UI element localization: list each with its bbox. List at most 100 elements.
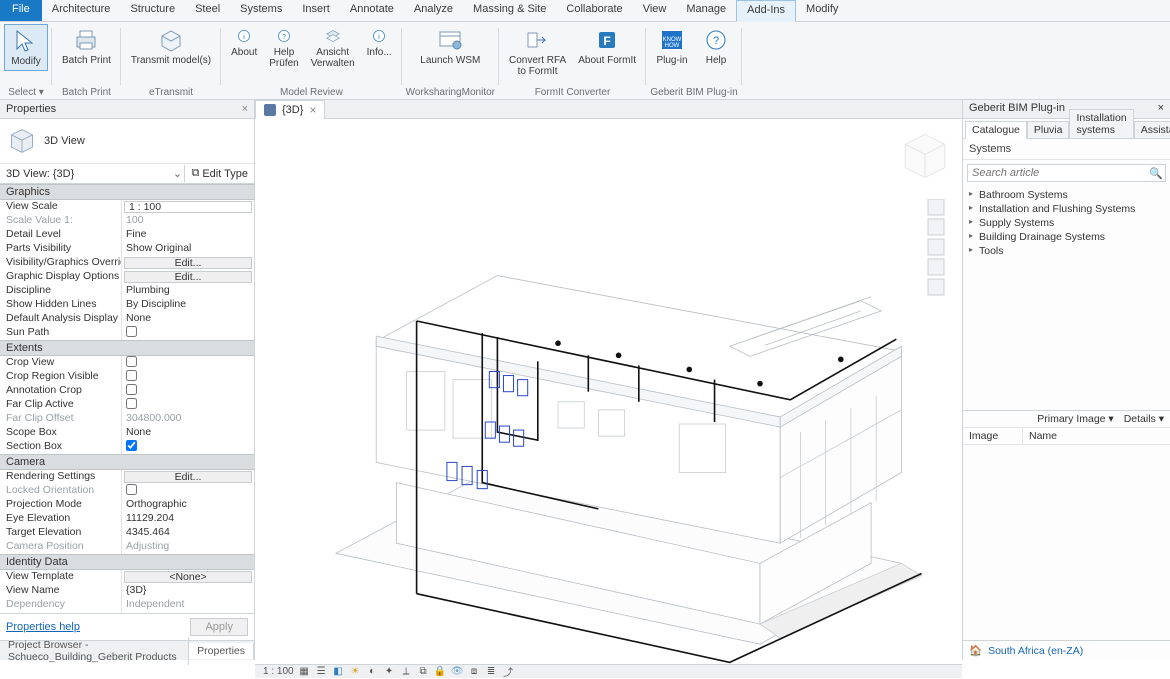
prop-checkbox[interactable] bbox=[126, 356, 137, 367]
prop-value[interactable]: None bbox=[122, 426, 254, 440]
ribbon-tab-annotate[interactable]: Annotate bbox=[340, 0, 404, 21]
primary-image-dropdown[interactable]: Primary Image ▾ bbox=[1037, 413, 1113, 425]
prop-category[interactable]: Graphics bbox=[0, 184, 254, 200]
palette-tab[interactable]: Properties bbox=[189, 643, 254, 659]
plugin-tab-installation-systems[interactable]: Installation systems bbox=[1069, 109, 1133, 139]
prop-value[interactable]: By Discipline bbox=[122, 298, 254, 312]
prop-value[interactable] bbox=[122, 370, 254, 384]
ribbon-tab-view[interactable]: View bbox=[633, 0, 677, 21]
ribbon-btn-transmit-model-s-[interactable]: Transmit model(s) bbox=[125, 24, 217, 69]
catalogue-node[interactable]: Building Drainage Systems bbox=[967, 230, 1166, 244]
plugin-tab-pluvia[interactable]: Pluvia bbox=[1027, 121, 1070, 139]
ribbon-tab-modify[interactable]: Modify bbox=[796, 0, 848, 21]
plugin-search-input[interactable] bbox=[968, 167, 1147, 179]
visual-style-icon[interactable]: ◧ bbox=[332, 665, 345, 678]
ribbon-btn-help[interactable]: ?HelpPrüfen bbox=[263, 24, 304, 72]
ribbon-btn-batch-print[interactable]: Batch Print bbox=[56, 24, 117, 69]
prop-checkbox[interactable] bbox=[126, 398, 137, 409]
ribbon-btn-info-[interactable]: iInfo... bbox=[361, 24, 398, 61]
catalogue-node[interactable]: Tools bbox=[967, 244, 1166, 258]
ribbon-tab-manage[interactable]: Manage bbox=[676, 0, 736, 21]
reveal-icon[interactable]: ⧈ bbox=[468, 665, 481, 678]
plugin-tab-catalogue[interactable]: Catalogue bbox=[965, 121, 1027, 139]
prop-value[interactable] bbox=[122, 326, 254, 340]
search-icon[interactable]: 🔍 bbox=[1147, 167, 1165, 180]
crop-region-icon[interactable]: ⧉ bbox=[417, 665, 430, 678]
ribbon-btn-about[interactable]: iAbout bbox=[225, 24, 263, 61]
col-image[interactable]: Image bbox=[963, 428, 1023, 444]
sun-path-icon[interactable]: ☀ bbox=[349, 665, 362, 678]
viewcube[interactable] bbox=[898, 129, 952, 183]
model-canvas[interactable] bbox=[255, 119, 962, 664]
prop-value[interactable]: Edit... bbox=[124, 471, 252, 483]
detail-level-icon[interactable]: ☰ bbox=[315, 665, 328, 678]
prop-value[interactable]: Orthographic bbox=[122, 498, 254, 512]
ribbon-tab-architecture[interactable]: Architecture bbox=[42, 0, 121, 21]
properties-type-header[interactable]: 3D View bbox=[0, 119, 254, 164]
ribbon-tab-analyze[interactable]: Analyze bbox=[404, 0, 463, 21]
prop-value[interactable]: {3D} bbox=[122, 584, 254, 598]
prop-value[interactable]: 304800.000 bbox=[122, 412, 254, 426]
navigation-bar[interactable] bbox=[926, 199, 946, 329]
prop-value[interactable] bbox=[122, 398, 254, 412]
prop-category[interactable]: Camera bbox=[0, 454, 254, 470]
ribbon-tab-steel[interactable]: Steel bbox=[185, 0, 230, 21]
prop-checkbox[interactable] bbox=[126, 384, 137, 395]
rendering-icon[interactable]: ✦ bbox=[383, 665, 396, 678]
link-icon[interactable]: ⤴ bbox=[502, 665, 515, 678]
view-scale[interactable]: 1 : 100 bbox=[263, 666, 294, 677]
ribbon-tab-massing-site[interactable]: Massing & Site bbox=[463, 0, 556, 21]
properties-instance-selector[interactable]: 3D View: {3D} ⌄ ⧉ Edit Type bbox=[0, 164, 254, 184]
ribbon-tab-insert[interactable]: Insert bbox=[292, 0, 340, 21]
ribbon-btn-modify[interactable]: Modify bbox=[4, 24, 48, 71]
palette-tab[interactable]: Project Browser - Schueco_Building_Geber… bbox=[0, 637, 189, 665]
model-graphics-icon[interactable]: ▦ bbox=[298, 665, 311, 678]
prop-value[interactable]: Independent bbox=[122, 598, 254, 612]
prop-value[interactable]: Edit... bbox=[124, 271, 252, 283]
prop-value[interactable] bbox=[122, 484, 254, 498]
close-icon[interactable]: × bbox=[242, 103, 248, 115]
shadows-icon[interactable]: ◐ bbox=[366, 665, 379, 678]
chevron-down-icon[interactable]: ⌄ bbox=[170, 167, 184, 180]
prop-value[interactable]: 1 : 100 bbox=[124, 201, 252, 213]
prop-value[interactable]: 4345.464 bbox=[122, 526, 254, 540]
ribbon-tab-add-ins[interactable]: Add-Ins bbox=[736, 0, 796, 22]
ribbon-btn-launch-wsm[interactable]: Launch WSM bbox=[414, 24, 486, 69]
prop-value[interactable]: None bbox=[122, 312, 254, 326]
ribbon-btn-help[interactable]: ?Help bbox=[694, 24, 738, 69]
prop-value[interactable]: Plumbing bbox=[122, 284, 254, 298]
prop-value[interactable] bbox=[122, 384, 254, 398]
ribbon-btn-ansicht[interactable]: AnsichtVerwalten bbox=[305, 24, 361, 72]
catalogue-node[interactable]: Supply Systems bbox=[967, 216, 1166, 230]
plugin-search[interactable]: 🔍 bbox=[967, 164, 1166, 182]
prop-value[interactable] bbox=[122, 356, 254, 370]
prop-value[interactable]: 100 bbox=[122, 214, 254, 228]
plugin-locale-bar[interactable]: 🏠 South Africa (en-ZA) bbox=[963, 640, 1170, 660]
close-icon[interactable]: × bbox=[1158, 102, 1164, 116]
prop-checkbox[interactable] bbox=[126, 370, 137, 381]
ribbon-btn-plug-in[interactable]: KNOWHOWPlug-in bbox=[650, 24, 694, 69]
catalogue-node[interactable]: Bathroom Systems bbox=[967, 188, 1166, 202]
prop-checkbox[interactable] bbox=[126, 440, 137, 451]
ribbon-tab-collaborate[interactable]: Collaborate bbox=[556, 0, 632, 21]
edit-type-button[interactable]: ⧉ Edit Type bbox=[184, 165, 254, 182]
prop-value[interactable]: 11129.204 bbox=[122, 512, 254, 526]
analytical-icon[interactable]: ≣ bbox=[485, 665, 498, 678]
prop-value[interactable]: Show Original bbox=[122, 242, 254, 256]
col-name[interactable]: Name bbox=[1023, 428, 1063, 444]
ribbon-tab-systems[interactable]: Systems bbox=[230, 0, 292, 21]
prop-value[interactable]: Adjusting bbox=[122, 540, 254, 554]
prop-category[interactable]: Extents bbox=[0, 340, 254, 356]
catalogue-node[interactable]: Installation and Flushing Systems bbox=[967, 202, 1166, 216]
ribbon-tab-file[interactable]: File bbox=[0, 0, 42, 21]
prop-checkbox[interactable] bbox=[126, 484, 137, 495]
prop-value[interactable]: Edit... bbox=[124, 257, 252, 269]
view-tab-3d[interactable]: {3D} × bbox=[255, 100, 325, 120]
details-dropdown[interactable]: Details ▾ bbox=[1124, 413, 1164, 425]
prop-value[interactable] bbox=[122, 440, 254, 454]
prop-value[interactable]: Fine bbox=[122, 228, 254, 242]
temporary-hide-icon[interactable]: 👁 bbox=[451, 665, 464, 678]
ribbon-btn-convert-rfa-to-formit[interactable]: Convert RFAto FormIt bbox=[503, 24, 572, 80]
crop-icon[interactable]: ⟂ bbox=[400, 665, 413, 678]
ribbon-btn-about-formit[interactable]: FAbout FormIt bbox=[572, 24, 642, 69]
